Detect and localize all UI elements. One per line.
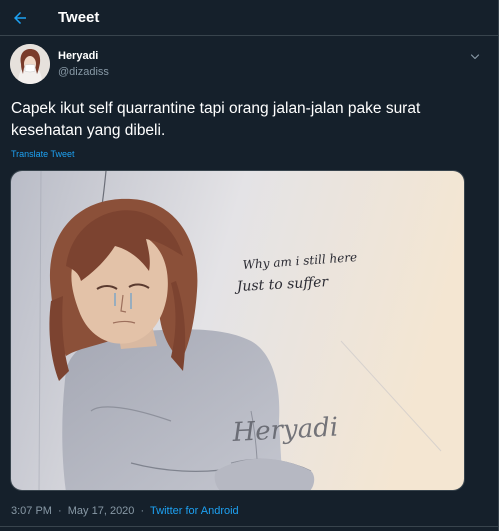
tweet-meta: 3:07 PM · May 17, 2020 · Twitter for And… xyxy=(11,505,239,517)
back-button[interactable] xyxy=(6,4,34,32)
tweet-text: Capek ikut self quarrantine tapi orang j… xyxy=(11,100,421,139)
user-handle[interactable]: @dizadiss xyxy=(58,66,109,78)
tweet-author: Heryadi @dizadiss xyxy=(10,44,488,86)
avatar-image xyxy=(10,44,50,84)
artist-signature: Heryadi xyxy=(231,413,339,449)
chevron-down-icon xyxy=(470,54,480,60)
tweet-time[interactable]: 3:07 PM xyxy=(11,505,52,517)
arrow-left-icon xyxy=(14,11,26,24)
translate-tweet-link[interactable]: Translate Tweet xyxy=(11,149,75,159)
page-title: Tweet xyxy=(58,9,100,26)
display-name[interactable]: Heryadi xyxy=(58,50,98,62)
tweet-date[interactable]: May 17, 2020 xyxy=(68,505,135,517)
tweet-page: Tweet Heryadi @dizadiss Capek ikut self … xyxy=(0,0,499,531)
avatar[interactable] xyxy=(10,44,50,84)
illustration: Why am i still here Just to suffer Herya… xyxy=(11,171,464,490)
divider xyxy=(0,526,498,527)
tweet-menu-button[interactable] xyxy=(466,48,484,66)
meta-separator: · xyxy=(140,505,145,517)
tweet-media-image[interactable]: Why am i still here Just to suffer Herya… xyxy=(10,170,465,491)
top-bar: Tweet xyxy=(0,0,498,36)
tweet-source-link[interactable]: Twitter for Android xyxy=(150,505,239,517)
meta-separator: · xyxy=(58,505,62,517)
